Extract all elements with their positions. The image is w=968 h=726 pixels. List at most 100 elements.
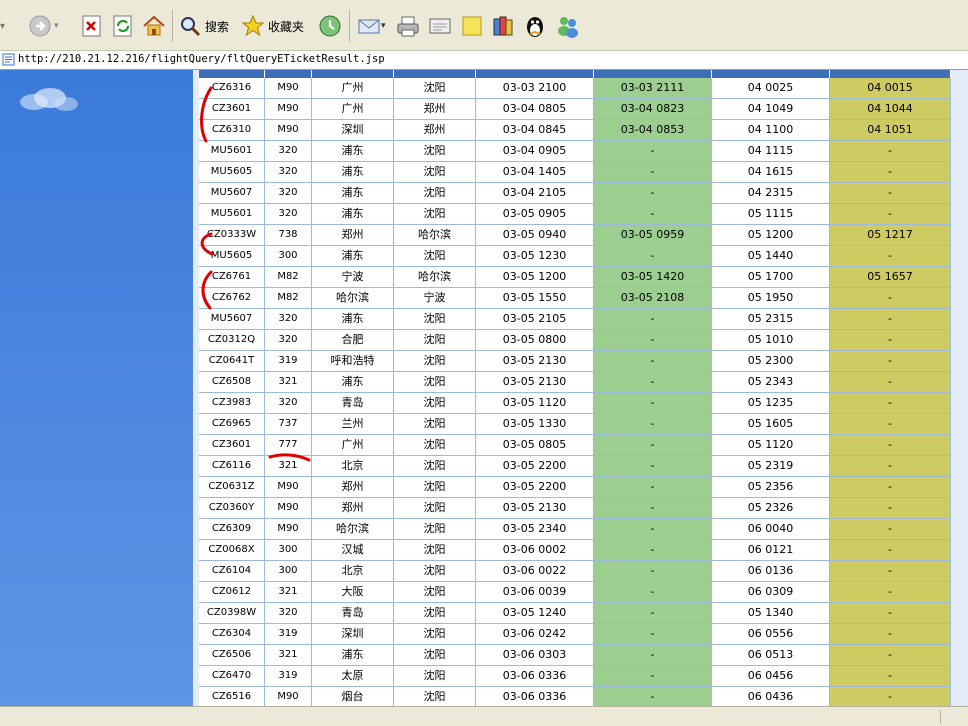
actual-arrival-cell: 05 1657 <box>830 267 951 288</box>
search-button[interactable]: 搜索 <box>178 10 229 42</box>
origin-cell: 浦东 <box>312 204 394 225</box>
destination-cell: 郑州 <box>394 99 476 120</box>
column-header <box>199 70 265 78</box>
aircraft-type-cell: M90 <box>265 498 312 519</box>
flight-number-cell: MU5607 <box>199 309 265 330</box>
scheduled-departure-cell: 03-05 2130 <box>476 498 594 519</box>
actual-arrival-cell: - <box>830 561 951 582</box>
table-row: CZ6762 M82 哈尔滨 宁波 03-05 1550 03-05 2108 05 195… <box>199 288 951 309</box>
table-row: CZ6508 321 浦东 沈阳 03-05 2130-05 2343- <box>199 372 951 393</box>
actual-departure-cell: - <box>594 204 712 225</box>
actual-departure-cell: 03-05 2108 <box>594 288 712 309</box>
origin-cell: 深圳 <box>312 624 394 645</box>
scheduled-arrival-cell: 06 0136 <box>712 561 830 582</box>
scheduled-departure-cell: 03-05 2200 <box>476 456 594 477</box>
table-header <box>199 70 951 78</box>
scheduled-departure-cell: 03-03 2100 <box>476 78 594 99</box>
flight-number-cell: MU5601 <box>199 141 265 162</box>
back-button-edge[interactable]: ▾ <box>0 10 5 42</box>
origin-cell: 哈尔滨 <box>312 288 394 309</box>
home-icon <box>143 15 165 36</box>
toolbar-separator <box>349 10 350 42</box>
qq-button[interactable] <box>523 10 547 42</box>
flight-number-cell: CZ6316 <box>199 78 265 99</box>
refresh-icon <box>113 15 132 37</box>
scheduled-arrival-cell: 06 0040 <box>712 519 830 540</box>
origin-cell: 烟台 <box>312 687 394 706</box>
scheduled-departure-cell: 03-06 0336 <box>476 666 594 687</box>
aircraft-type-cell: 300 <box>265 540 312 561</box>
favorites-button[interactable]: 收藏夹 <box>241 10 304 42</box>
flight-number-cell: MU5607 <box>199 183 265 204</box>
flight-number-cell: CZ6104 <box>199 561 265 582</box>
aircraft-type-cell: 320 <box>265 162 312 183</box>
scheduled-departure-cell: 03-06 0002 <box>476 540 594 561</box>
destination-cell: 沈阳 <box>394 666 476 687</box>
scheduled-arrival-cell: 05 2319 <box>712 456 830 477</box>
actual-arrival-cell: - <box>830 624 951 645</box>
research-button[interactable] <box>491 10 515 42</box>
scheduled-arrival-cell: 05 2315 <box>712 309 830 330</box>
origin-cell: 浦东 <box>312 645 394 666</box>
actual-departure-cell: - <box>594 435 712 456</box>
history-button[interactable] <box>318 10 342 42</box>
origin-cell: 宁波 <box>312 267 394 288</box>
flight-number-cell: CZ6516 <box>199 687 265 706</box>
mail-button[interactable]: ▾ <box>357 10 386 42</box>
scheduled-departure-cell: 03-06 0242 <box>476 624 594 645</box>
origin-cell: 合肥 <box>312 330 394 351</box>
address-url[interactable]: http://210.21.12.216/flightQuery/fltQuer… <box>18 53 385 65</box>
actual-departure-cell: 03-05 0959 <box>594 225 712 246</box>
aircraft-type-cell: M82 <box>265 267 312 288</box>
print-button[interactable] <box>396 10 420 42</box>
origin-cell: 广州 <box>312 99 394 120</box>
aircraft-type-cell: M90 <box>265 687 312 706</box>
origin-cell: 深圳 <box>312 120 394 141</box>
destination-cell: 沈阳 <box>394 435 476 456</box>
actual-arrival-cell: - <box>830 330 951 351</box>
flight-number-cell: CZ3601 <box>199 99 265 120</box>
scheduled-departure-cell: 03-05 1120 <box>476 393 594 414</box>
destination-cell: 沈阳 <box>394 540 476 561</box>
stop-button[interactable] <box>80 10 104 42</box>
messenger-people-icon <box>558 17 578 38</box>
table-row: CZ0398W 320 青岛 沈阳 03-05 1240-05 1340- <box>199 603 951 624</box>
scheduled-arrival-cell: 04 0025 <box>712 78 830 99</box>
origin-cell: 郑州 <box>312 498 394 519</box>
aircraft-type-cell: 319 <box>265 351 312 372</box>
column-header <box>394 70 476 78</box>
column-header <box>594 70 712 78</box>
destination-cell: 沈阳 <box>394 393 476 414</box>
origin-cell: 呼和浩特 <box>312 351 394 372</box>
origin-cell: 哈尔滨 <box>312 519 394 540</box>
scheduled-arrival-cell: 05 1700 <box>712 267 830 288</box>
flight-number-cell: CZ3601 <box>199 435 265 456</box>
home-button[interactable] <box>142 10 166 42</box>
address-bar[interactable]: http://210.21.12.216/flightQuery/fltQuer… <box>0 51 968 70</box>
scheduled-arrival-cell: 06 0121 <box>712 540 830 561</box>
table-row: CZ3983 320 青岛 沈阳 03-05 1120-05 1235- <box>199 393 951 414</box>
aircraft-type-cell: 320 <box>265 204 312 225</box>
vertical-scrollbar[interactable] <box>955 70 968 706</box>
table-row: CZ0333W 738 郑州 哈尔滨 03-05 0940 03-05 0959 05 12… <box>199 225 951 246</box>
aircraft-type-cell: 319 <box>265 666 312 687</box>
notes-button[interactable] <box>460 10 484 42</box>
actual-arrival-cell: - <box>830 435 951 456</box>
actual-arrival-cell: - <box>830 393 951 414</box>
flight-number-cell: CZ6310 <box>199 120 265 141</box>
actual-departure-cell: - <box>594 603 712 624</box>
messenger-button[interactable] <box>556 10 580 42</box>
destination-cell: 沈阳 <box>394 519 476 540</box>
actual-departure-cell: - <box>594 309 712 330</box>
destination-cell: 沈阳 <box>394 78 476 99</box>
destination-cell: 沈阳 <box>394 372 476 393</box>
edit-button[interactable] <box>428 10 452 42</box>
forward-button[interactable]: ▾ <box>28 10 59 42</box>
origin-cell: 浦东 <box>312 309 394 330</box>
destination-cell: 郑州 <box>394 120 476 141</box>
actual-departure-cell: - <box>594 141 712 162</box>
actual-departure-cell: - <box>594 330 712 351</box>
refresh-button[interactable] <box>111 10 135 42</box>
flight-number-cell: MU5601 <box>199 204 265 225</box>
edit-page-icon <box>429 18 451 34</box>
